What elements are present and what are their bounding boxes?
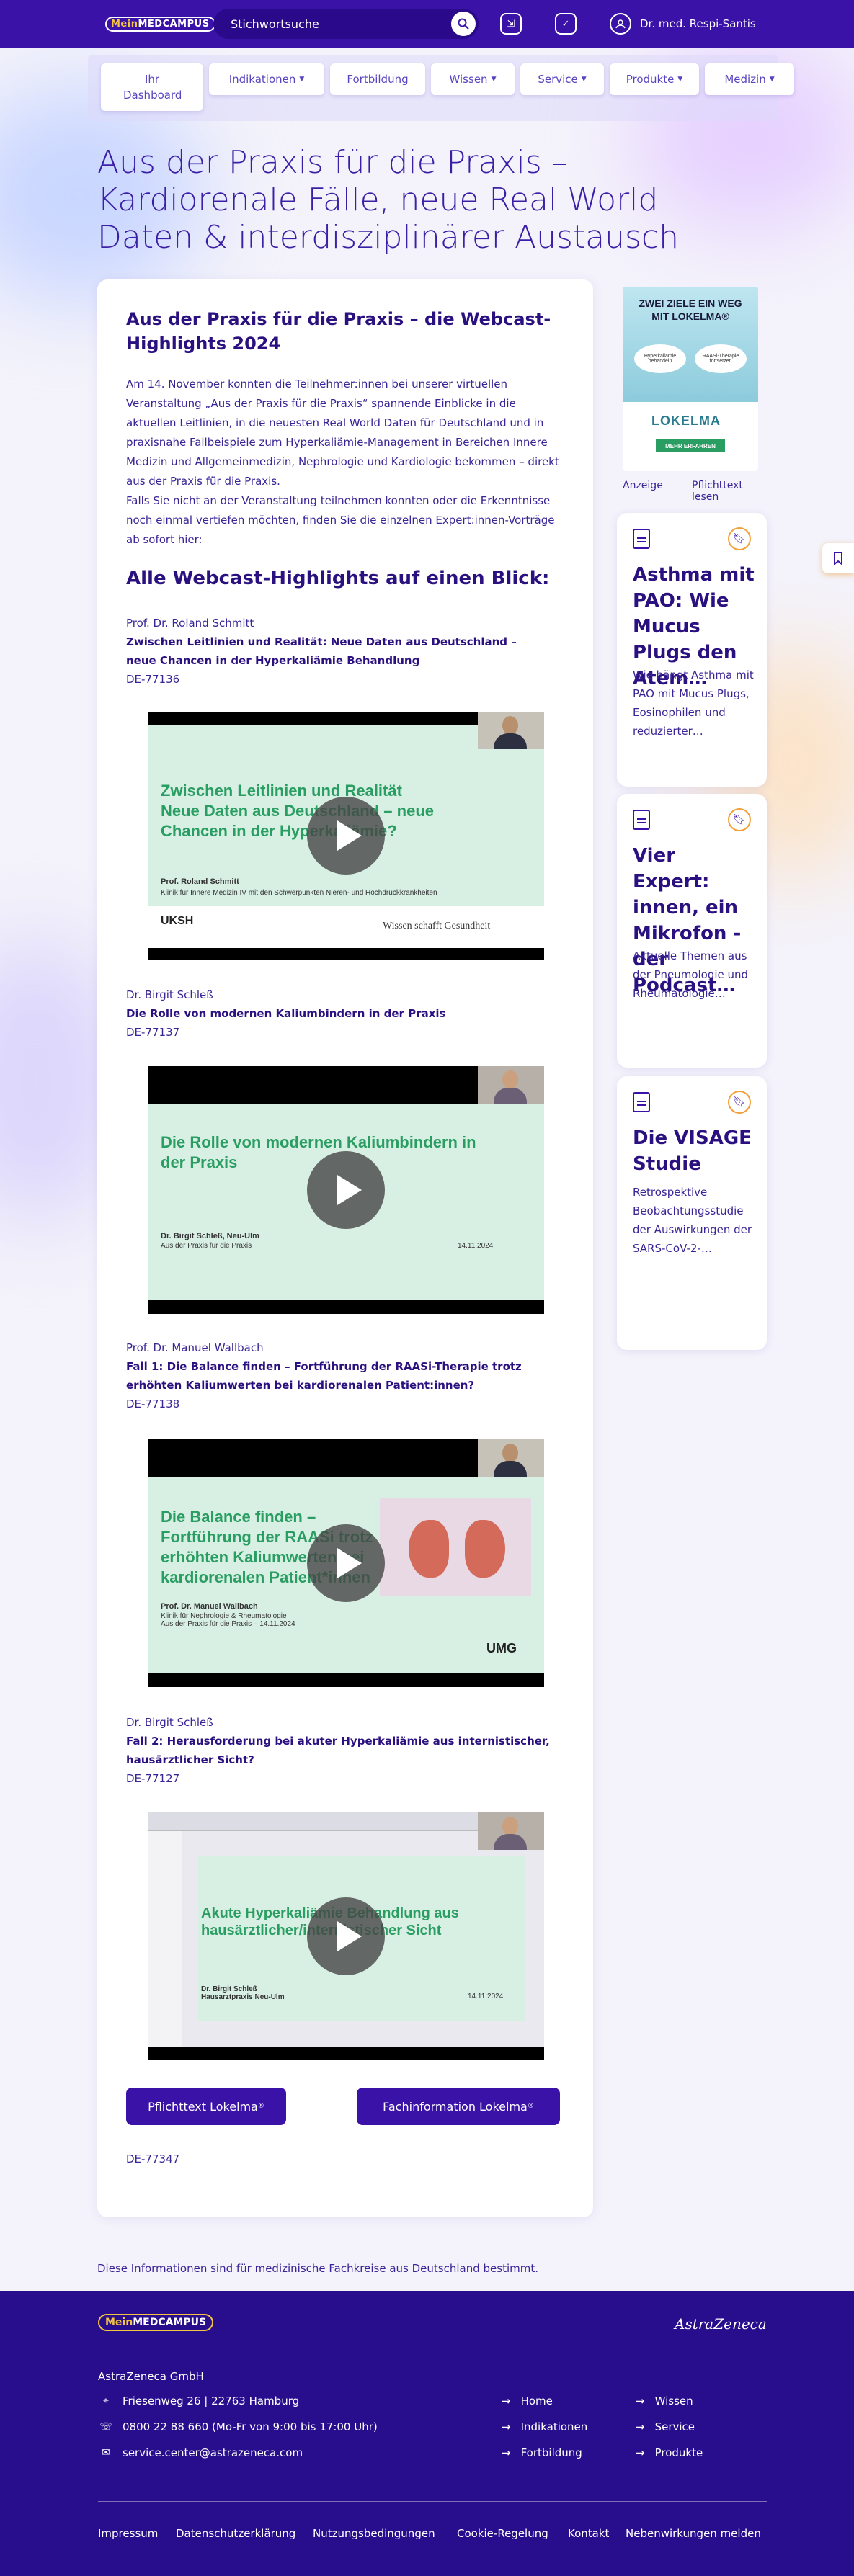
caret-down-icon: ▼ [299, 76, 305, 83]
arrow-right-icon: → [502, 2420, 511, 2433]
bookmark-icon [834, 552, 842, 565]
logo[interactable]: MeinMEDCAMPUS [105, 17, 215, 32]
article-card: Aus der Praxis für die Praxis – die Webc… [97, 279, 593, 2217]
astrazeneca-logo[interactable]: AstraZeneca [675, 2315, 767, 2333]
phone[interactable]: ☏ 0800 22 88 660 (Mo-Fr von 9:00 bis 17:0… [98, 2420, 378, 2433]
pflichttext-link[interactable]: Pflichttext lesen [692, 480, 767, 503]
play-button[interactable] [307, 1151, 385, 1229]
bookmark-icon[interactable]: 🔖︎ [728, 527, 751, 550]
lokelma-ad[interactable]: ZWEI ZIELE EIN WEG MIT LOKELMA® Hyperkal… [620, 284, 761, 471]
mail-icon: ✉ [102, 2447, 110, 2459]
video-player[interactable]: Die Balance finden – Fortführung der RAA… [148, 1439, 544, 1687]
talk-info: Prof. Dr. Manuel Wallbach Fall 1: Die Ba… [126, 1341, 522, 1410]
ad-cta[interactable]: MEHR ERFAHREN [656, 439, 725, 452]
search-button[interactable] [451, 12, 476, 36]
search-bar [213, 9, 479, 39]
arrow-right-icon: → [636, 2394, 645, 2407]
footer-link-impressum[interactable]: Impressum [98, 2527, 158, 2540]
footer-link-cookie[interactable]: Cookie-Regelung [457, 2527, 548, 2540]
location-icon: ⌖ [103, 2395, 109, 2407]
tab-wissen[interactable]: Wissen ▼ [431, 63, 515, 95]
footer-link-nutzungsbedingungen[interactable]: Nutzungsbedingungen [313, 2527, 435, 2540]
user-menu[interactable]: Dr. med. Respi-Santis [610, 10, 756, 37]
footer-divider [98, 2501, 767, 2502]
sidebar-card[interactable]: 🔖︎ Vier Expert: innen, ein Mikrofon - de… [617, 794, 767, 1068]
footer-link-fortbildung[interactable]: → Fortbildung [502, 2446, 582, 2459]
caret-down-icon: ▼ [769, 76, 775, 83]
bookmark-list-icon[interactable]: ✓ [555, 13, 577, 35]
video-player[interactable]: Akute Hyperkaliämie Behandlung aus hausä… [148, 1812, 544, 2060]
speaker-camera [478, 712, 544, 749]
company-name: AstraZeneca GmbH [98, 2370, 204, 2383]
footer-link-service[interactable]: → Service [636, 2420, 695, 2433]
footer-link-nebenwirkungen[interactable]: Nebenwirkungen melden [626, 2527, 761, 2540]
search-input[interactable] [231, 16, 432, 32]
fachinformation-button[interactable]: Fachinformation Lokelma ® [357, 2088, 560, 2125]
bookmark-icon[interactable]: 🔖︎ [728, 1091, 751, 1114]
page-title: Aus der Praxis für die Praxis – Kardiore… [97, 144, 679, 256]
tab-medizin[interactable]: Medizin ▼ [705, 63, 794, 95]
pflichttext-button[interactable]: Pflichttext Lokelma ® [126, 2088, 286, 2125]
uksh-logo: UKSH [161, 915, 194, 927]
play-button[interactable] [307, 1524, 385, 1602]
user-icon [610, 13, 631, 35]
top-bar: MeinMEDCAMPUS ⇲ ✓ Dr. med. Respi-Santis [0, 0, 854, 48]
arrow-right-icon: → [502, 2446, 511, 2459]
play-button[interactable] [307, 797, 385, 875]
caret-down-icon: ▼ [581, 76, 587, 83]
footer: MeinMEDCAMPUS AstraZeneca AstraZeneca Gm… [0, 2291, 854, 2576]
footer-link-home[interactable]: → Home [502, 2394, 553, 2407]
footer-link-produkte[interactable]: → Produkte [636, 2446, 703, 2459]
bookmark-icon[interactable]: 🔖︎ [728, 808, 751, 831]
play-button[interactable] [307, 1897, 385, 1975]
video-player[interactable]: Die Rolle von modernen Kaliumbindern in … [148, 1066, 544, 1314]
video-player[interactable]: Zwischen Leitlinien und Realität Neue Da… [148, 712, 544, 960]
caret-down-icon: ▼ [677, 76, 683, 83]
user-name: Dr. med. Respi-Santis [640, 17, 756, 30]
tab-service[interactable]: Service ▼ [520, 63, 604, 95]
footer-link-kontakt[interactable]: Kontakt [568, 2527, 609, 2540]
article-heading: Aus der Praxis für die Praxis – die Webc… [126, 309, 551, 354]
tab-indikationen[interactable]: Indikationen ▼ [209, 63, 324, 95]
arrow-right-icon: → [636, 2446, 645, 2459]
speaker-camera [478, 1439, 544, 1477]
document-code: DE-77347 [126, 2152, 180, 2165]
search-icon [458, 18, 469, 30]
ad-labels: Anzeige Pflichttext lesen [623, 480, 767, 503]
footer-logo[interactable]: MeinMEDCAMPUS [98, 2314, 214, 2331]
talk-info: Dr. Birgit Schleß Die Rolle von modernen… [126, 988, 446, 1039]
address: ⌖ Friesenweg 26 | 22763 Hamburg [98, 2394, 299, 2407]
document-icon [633, 529, 650, 549]
lokelma-logo: LOKELMA [651, 413, 721, 428]
sidebar-card[interactable]: 🔖︎ Asthma mit PAO: Wie Mucus Plugs den A… [617, 513, 767, 787]
footer-link-indikationen[interactable]: → Indikationen [502, 2420, 587, 2433]
arrow-right-icon: → [502, 2394, 511, 2407]
phone-icon: ☏ [99, 2421, 112, 2433]
document-icon [633, 810, 650, 830]
speaker-camera [478, 1066, 544, 1104]
tab-fortbildung[interactable]: Fortbildung [330, 63, 425, 95]
footer-link-datenschutz[interactable]: Datenschutzerklärung [176, 2527, 295, 2540]
caret-down-icon: ▼ [491, 76, 497, 83]
disclaimer: Diese Informationen sind für medizinisch… [97, 2262, 538, 2275]
export-icon[interactable]: ⇲ [500, 13, 522, 35]
talk-info: Prof. Dr. Roland Schmitt Zwischen Leitli… [126, 617, 517, 686]
umg-logo: UMG [486, 1641, 517, 1655]
email[interactable]: ✉ service.center@astrazeneca.com [98, 2446, 303, 2459]
footer-link-wissen[interactable]: → Wissen [636, 2394, 693, 2407]
document-icon [633, 1092, 650, 1112]
tab-produkte[interactable]: Produkte ▼ [610, 63, 699, 95]
article-intro: Am 14. November konnten die Teilnehmer:i… [126, 377, 559, 546]
tab-dashboard[interactable]: Ihr Dashboard [101, 63, 203, 111]
arrow-right-icon: → [636, 2420, 645, 2433]
sidebar-card[interactable]: 🔖︎ Die VISAGE Studie Retrospektive Beoba… [617, 1076, 767, 1350]
talk-info: Dr. Birgit Schleß Fall 2: Herausforderun… [126, 1716, 550, 1785]
speaker-camera [478, 1812, 544, 1850]
floating-bookmark-button[interactable] [822, 543, 854, 573]
highlights-heading: Alle Webcast-Highlights auf einen Blick: [126, 568, 550, 589]
kidney-image [380, 1498, 531, 1596]
